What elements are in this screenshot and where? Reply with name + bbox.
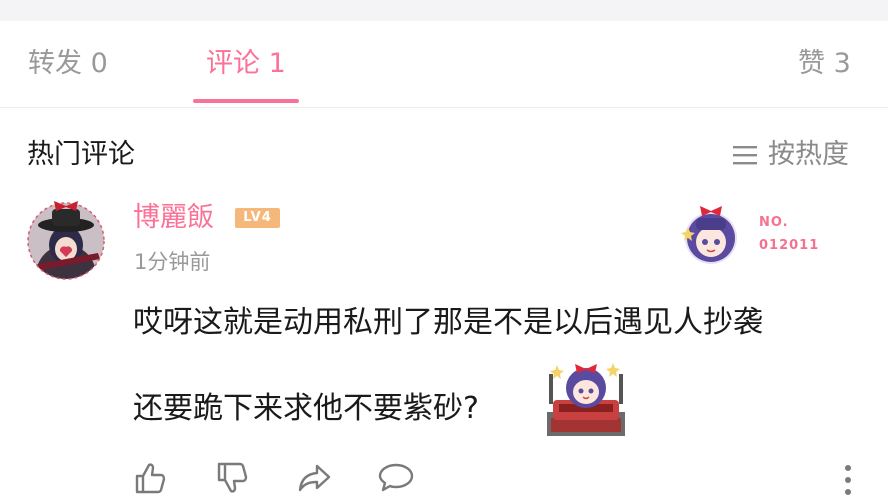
section-title: 热门评论 [27, 139, 135, 170]
tab-bar: 转发 0 评论 1 赞 3 [0, 21, 888, 108]
share-icon [298, 464, 331, 492]
thumbs-down-icon [217, 462, 248, 493]
thumbs-up-icon [135, 463, 166, 494]
status-bar-strip [0, 0, 888, 21]
timestamp: 1分钟前 [134, 250, 211, 274]
reply-icon [378, 463, 414, 492]
menu-lines-icon [733, 146, 757, 165]
fan-badge-number: 012011 [759, 238, 820, 253]
comment-text-line: 哎呀这就是动用私刑了那是不是以后遇见人抄袭 [133, 305, 763, 340]
active-tab-indicator [193, 99, 299, 103]
fan-badge-icon [681, 206, 737, 264]
sticker-emote [545, 360, 627, 436]
dislike-button[interactable] [212, 458, 252, 498]
tab-likes[interactable]: 赞 3 [798, 46, 851, 82]
reply-button[interactable] [376, 458, 416, 498]
avatar[interactable] [26, 195, 106, 283]
tab-comments[interactable]: 评论 1 [206, 46, 286, 82]
tab-repost[interactable]: 转发 0 [28, 46, 108, 82]
comment-text-line: 还要跪下来求他不要紫砂? [133, 391, 479, 426]
username[interactable]: 博麗飯 [133, 200, 214, 236]
level-badge: LV4 [235, 208, 280, 228]
more-vertical-icon[interactable] [838, 462, 858, 500]
fan-badge-label: NO. [759, 215, 789, 230]
sort-button[interactable]: 按热度 [732, 137, 849, 173]
sort-label: 按热度 [768, 139, 849, 170]
like-button[interactable] [130, 458, 170, 498]
share-button[interactable] [295, 458, 335, 498]
